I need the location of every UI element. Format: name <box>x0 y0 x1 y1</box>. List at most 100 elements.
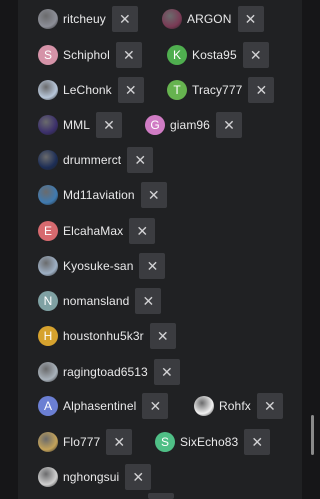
user-avatar <box>38 150 58 170</box>
close-icon: ✕ <box>136 222 149 239</box>
close-icon: ✕ <box>124 81 137 98</box>
user-chip: LeChonk ✕ <box>38 76 144 104</box>
user-chip-slot: ARGON ✕ <box>162 5 264 33</box>
remove-user-button[interactable]: ✕ <box>115 42 142 68</box>
remove-user-button[interactable]: ✕ <box>153 359 180 385</box>
user-chip-slot: Md11aviation ✕ <box>38 181 167 209</box>
user-chip: S Schiphol ✕ <box>38 41 142 69</box>
close-icon: ✕ <box>149 397 162 414</box>
user-name: SixEcho83 <box>180 435 239 449</box>
user-avatar <box>194 396 214 416</box>
user-name: houstonhu5k3r <box>63 329 144 343</box>
user-chip-slot: ragingtoad6513 ✕ <box>38 358 180 386</box>
user-avatar: H <box>38 326 58 346</box>
user-name: drummerct <box>63 153 122 167</box>
user-avatar: T <box>167 80 187 100</box>
remove-user-button[interactable]: ✕ <box>142 393 169 419</box>
remove-user-button[interactable]: ✕ <box>117 77 144 103</box>
close-icon: ✕ <box>244 10 257 27</box>
remove-user-button[interactable]: ✕ <box>129 218 156 244</box>
user-chip: ragingtoad6513 ✕ <box>38 358 180 386</box>
user-name: nomansland <box>63 294 130 308</box>
remove-user-button[interactable]: ✕ <box>256 393 283 419</box>
user-chip: K Kosta95 ✕ <box>167 41 269 69</box>
user-name: Rohfx <box>219 399 251 413</box>
remove-user-button[interactable]: ✕ <box>139 253 166 279</box>
user-name: Tracy777 <box>192 83 243 97</box>
user-chip-slot: Kyosuke-san ✕ <box>38 252 166 280</box>
close-icon: ✕ <box>223 116 235 133</box>
user-name: MML <box>63 118 90 132</box>
user-avatar <box>38 362 58 382</box>
user-avatar <box>38 9 58 29</box>
user-chip-slot: T Tracy777 ✕ <box>167 76 275 104</box>
user-chip: E ElcahaMax ✕ <box>38 217 156 245</box>
remove-user-button[interactable]: ✕ <box>237 6 264 32</box>
user-chip: Md11aviation ✕ <box>38 181 167 209</box>
user-chip-slot: Rohfx ✕ <box>194 392 283 420</box>
user-chip-slot: nghongsui ✕ <box>38 463 152 491</box>
remove-user-button[interactable]: ✕ <box>125 464 152 490</box>
user-chip-slot: Ggiam96 ✕ <box>145 111 242 139</box>
user-chip: MML ✕ <box>38 111 122 139</box>
close-icon: ✕ <box>249 46 262 63</box>
remove-user-button[interactable]: ✕ <box>244 429 271 455</box>
close-icon: ✕ <box>122 46 135 63</box>
remove-user-button[interactable]: ✕ <box>215 112 242 138</box>
remove-user-button[interactable]: ✕ <box>135 288 162 314</box>
remove-user-button[interactable]: ✕ <box>106 429 133 455</box>
user-avatar: A <box>38 396 58 416</box>
user-chip-slot: drummerct ✕ <box>38 146 154 174</box>
user-name: Alphasentinel <box>63 399 137 413</box>
user-chip: ritcheuy ✕ <box>38 5 138 33</box>
user-avatar <box>38 185 58 205</box>
user-chip: Kyosuke-san ✕ <box>38 252 166 280</box>
close-icon: ✕ <box>132 468 145 485</box>
user-chip: Ggiam96 ✕ <box>145 111 242 139</box>
user-chip: Nnomansland ✕ <box>38 287 162 315</box>
close-icon: ✕ <box>255 81 268 98</box>
user-avatar: G <box>145 115 165 135</box>
partial-remove-button[interactable] <box>148 493 174 499</box>
user-name: Kyosuke-san <box>63 259 134 273</box>
user-avatar <box>38 80 58 100</box>
user-chip-slot: S Schiphol ✕ <box>38 41 142 69</box>
left-gutter <box>0 0 18 499</box>
close-icon: ✕ <box>103 116 115 133</box>
user-chip-slot: ritcheuy ✕ <box>38 5 138 33</box>
remove-user-button[interactable]: ✕ <box>149 323 176 349</box>
user-chip-slot: E ElcahaMax ✕ <box>38 217 156 245</box>
close-icon: ✕ <box>142 292 155 309</box>
scrollbar-thumb[interactable] <box>311 415 314 455</box>
remove-user-button[interactable]: ✕ <box>242 42 269 68</box>
user-avatar <box>38 115 58 135</box>
user-name: Schiphol <box>63 48 110 62</box>
close-icon: ✕ <box>147 186 160 203</box>
user-avatar: S <box>155 432 175 452</box>
remove-user-button[interactable]: ✕ <box>95 112 122 138</box>
remove-user-button[interactable]: ✕ <box>127 147 154 173</box>
user-name: giam96 <box>170 118 210 132</box>
user-avatar: S <box>38 45 58 65</box>
close-icon: ✕ <box>156 327 169 344</box>
user-chip: drummerct ✕ <box>38 146 154 174</box>
user-avatar <box>38 432 58 452</box>
user-name: LeChonk <box>63 83 112 97</box>
user-chip-slot: LeChonk ✕ <box>38 76 144 104</box>
user-chip-slot: A Alphasentinel ✕ <box>38 392 169 420</box>
user-chip-slot: K Kosta95 ✕ <box>167 41 269 69</box>
remove-user-button[interactable]: ✕ <box>140 182 167 208</box>
user-chip-slot: Flo777 ✕ <box>38 428 133 456</box>
remove-user-button[interactable]: ✕ <box>248 77 275 103</box>
user-name: nghongsui <box>63 470 120 484</box>
remove-user-button[interactable]: ✕ <box>111 6 138 32</box>
close-icon: ✕ <box>251 433 264 450</box>
user-chip: S SixEcho83 ✕ <box>155 428 271 456</box>
user-name: Kosta95 <box>192 48 237 62</box>
user-avatar <box>38 467 58 487</box>
user-avatar: K <box>167 45 187 65</box>
user-name: Flo777 <box>63 435 101 449</box>
user-name: ARGON <box>187 12 232 26</box>
close-icon: ✕ <box>160 363 173 380</box>
user-name: ragingtoad6513 <box>63 365 148 379</box>
